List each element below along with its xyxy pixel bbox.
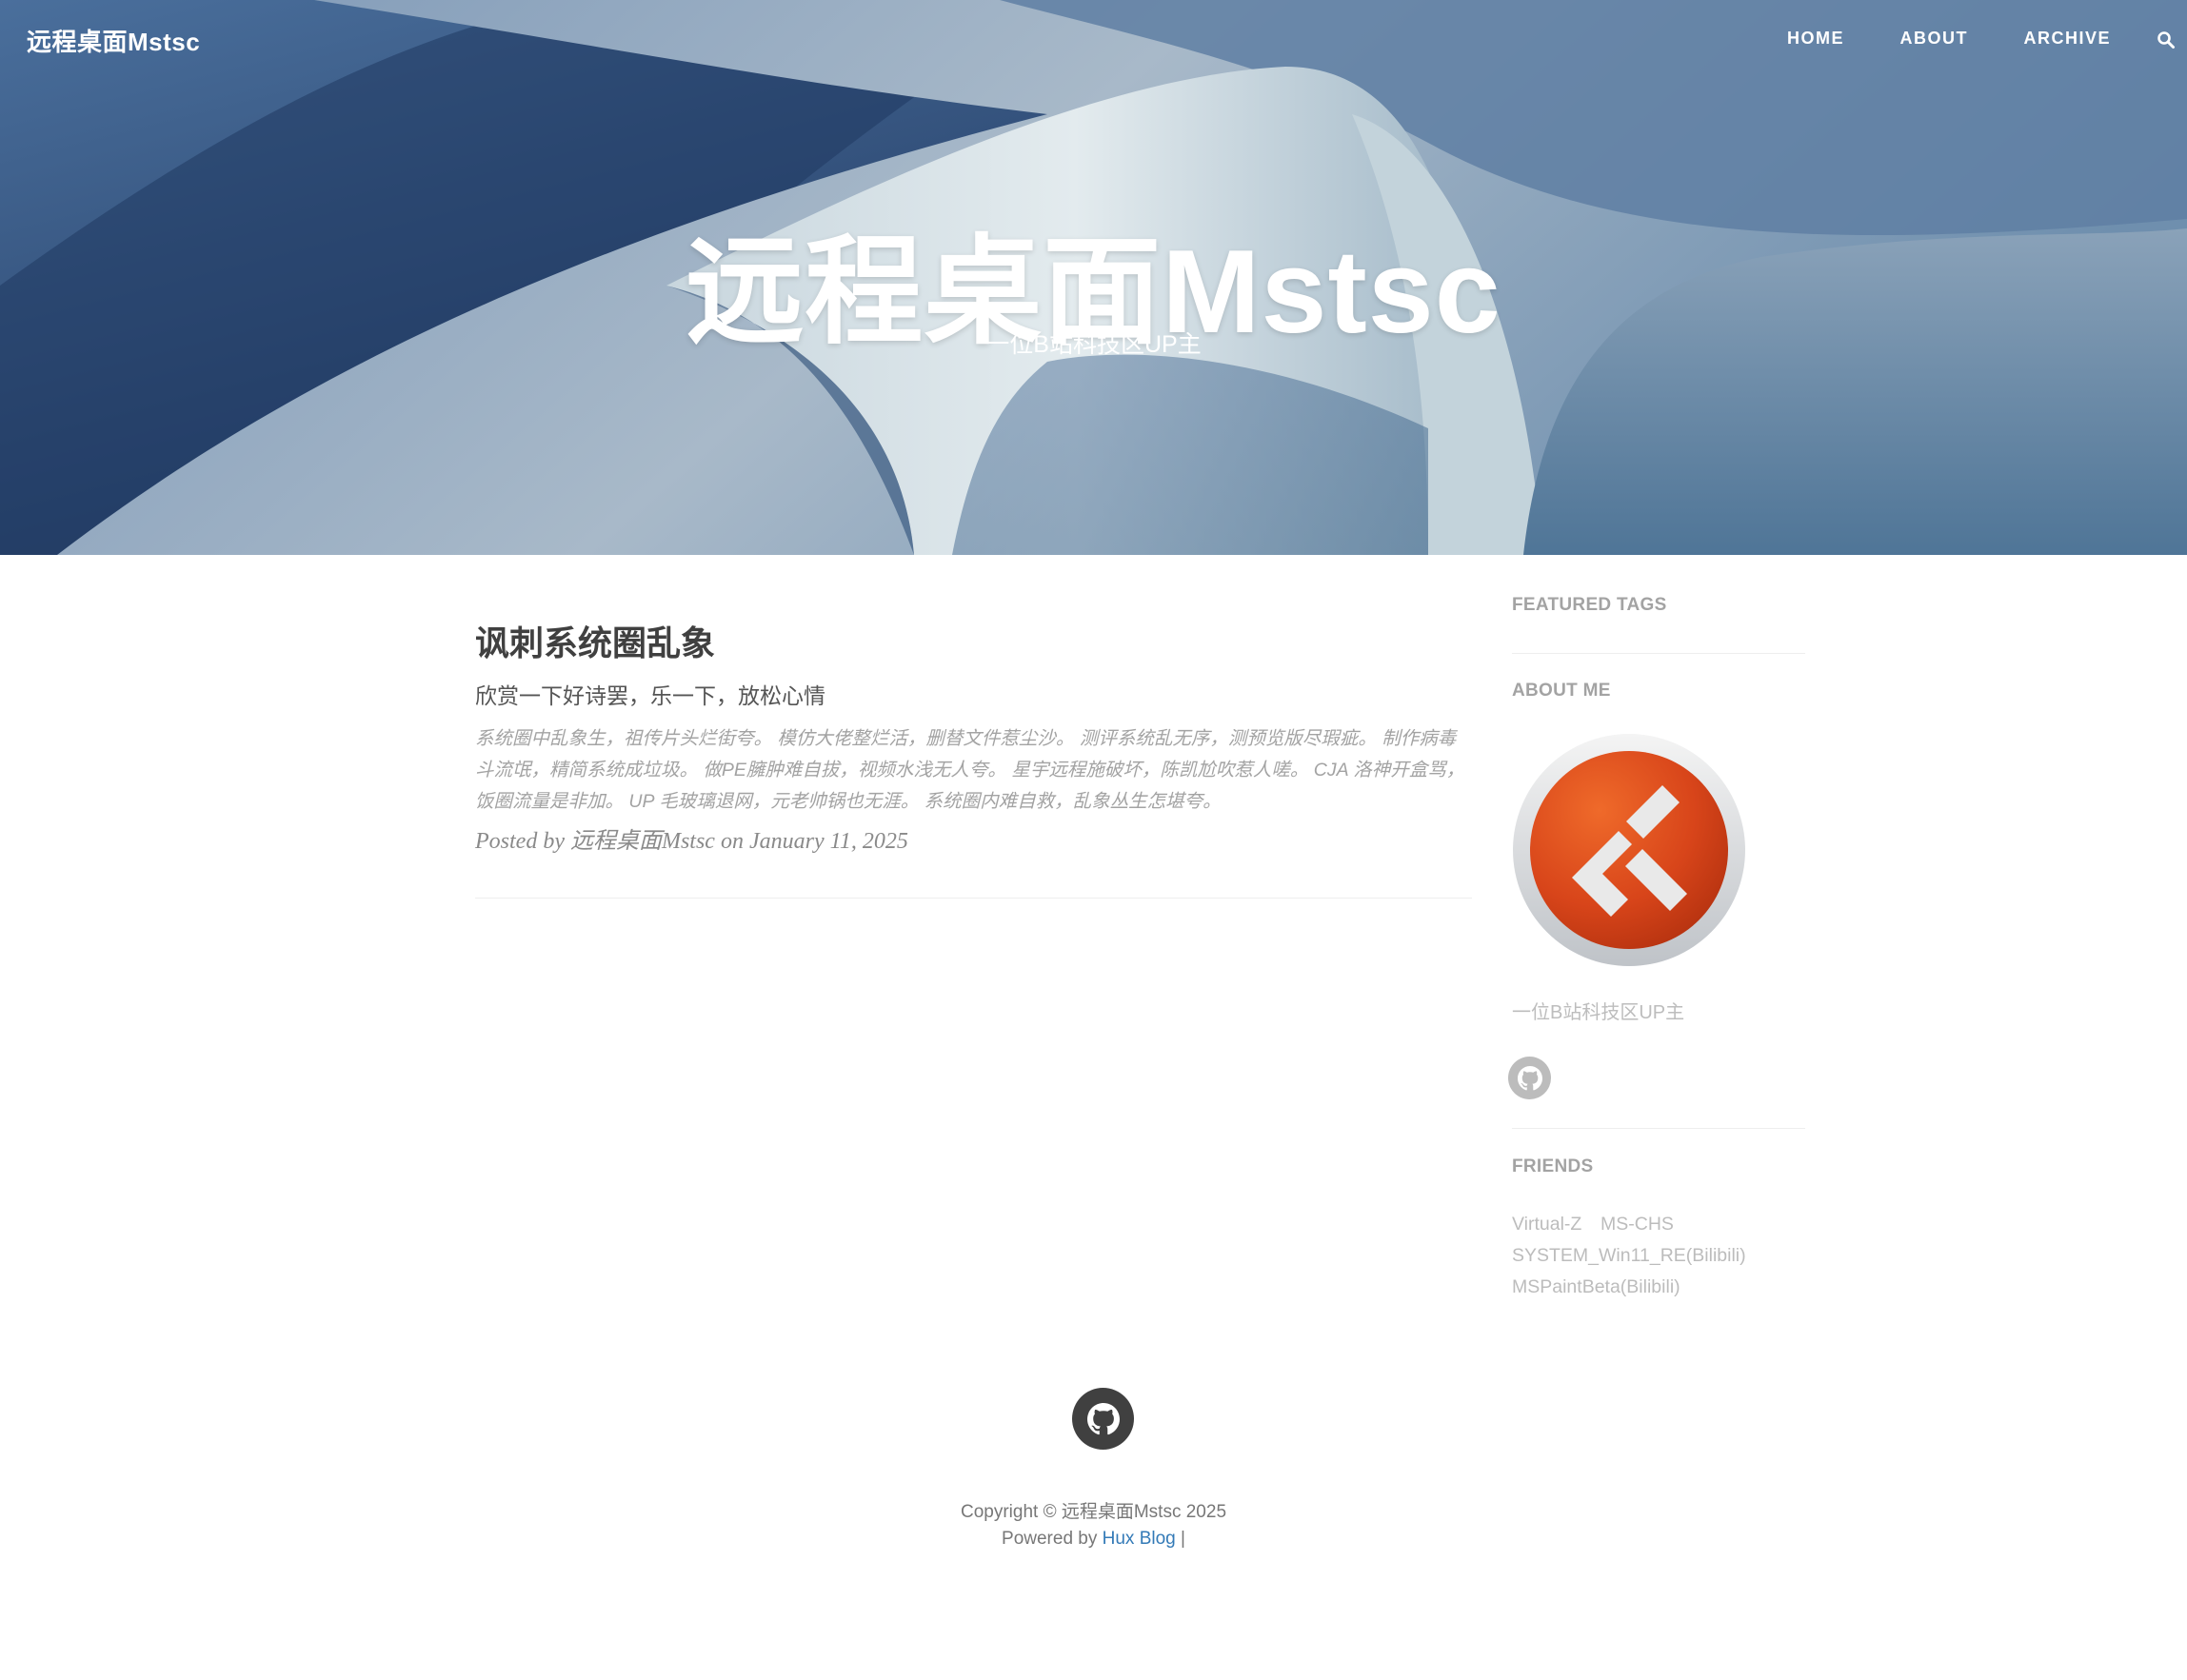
- hero-subtitle: 一位B站科技区UP主: [985, 331, 1202, 358]
- footer-powered-by: Powered by Hux Blog |: [0, 1529, 2187, 1550]
- hux-blog-link[interactable]: Hux Blog: [1103, 1529, 1176, 1549]
- nav-home[interactable]: HOME: [1787, 29, 1844, 49]
- github-icon[interactable]: [1508, 1057, 1551, 1099]
- post-excerpt[interactable]: 系统圈中乱象生，祖传片头烂街夸。 模仿大佬整烂活，删替文件惹尘沙。 测评系统乱无…: [475, 723, 1472, 818]
- friend-link-mspaintbeta[interactable]: MSPaintBeta(Bilibili): [1512, 1276, 1680, 1298]
- friend-link-virtual-z[interactable]: Virtual-Z: [1512, 1214, 1581, 1235]
- github-icon: [1086, 1402, 1120, 1434]
- friend-link-system-win11-re[interactable]: SYSTEM_Win11_RE(Bilibili): [1512, 1245, 1746, 1267]
- post-preview[interactable]: 讽刺系统圈乱象 欣赏一下好诗罢，乐一下，放松心情 系统圈中乱象生，祖传片头烂街夸…: [475, 619, 1472, 855]
- powered-prefix: Powered by: [1002, 1529, 1103, 1549]
- friends-heading: FRIENDS: [1512, 1156, 1594, 1176]
- post-subtitle[interactable]: 欣赏一下好诗罢，乐一下，放松心情: [475, 680, 1472, 712]
- sidebar-divider: [1512, 653, 1805, 654]
- sidebar-divider: [1512, 1128, 1805, 1129]
- nav-about[interactable]: ABOUT: [1900, 29, 1969, 49]
- brand-logo[interactable]: 远程桌面Mstsc: [27, 23, 200, 58]
- featured-tags-heading: FEATURED TAGS: [1512, 595, 1667, 615]
- post-meta: Posted by 远程桌面Mstsc on January 11, 2025: [475, 829, 908, 854]
- about-me-heading: ABOUT ME: [1512, 681, 1611, 701]
- footer-github-icon[interactable]: [1072, 1388, 1134, 1450]
- post-divider: [475, 898, 1472, 899]
- post-title[interactable]: 讽刺系统圈乱象: [475, 619, 1472, 668]
- hero-header: 远程桌面Mstsc HOME ABOUT ARCHIVE 远程桌面Mstsc 一…: [0, 0, 2187, 555]
- about-me-text: 一位B站科技区UP主: [1512, 1002, 1685, 1023]
- github-icon-glyph: [1517, 1065, 1542, 1090]
- search-icon[interactable]: [2157, 30, 2177, 51]
- avatar: [1513, 734, 1745, 966]
- footer-copyright: Copyright © 远程桌面Mstsc 2025: [960, 1502, 1227, 1522]
- powered-suffix: |: [1175, 1529, 1185, 1549]
- search-icon-glyph: [2157, 31, 2175, 49]
- nav-archive[interactable]: ARCHIVE: [2023, 29, 2111, 49]
- friend-link-ms-chs[interactable]: MS-CHS: [1600, 1214, 1674, 1235]
